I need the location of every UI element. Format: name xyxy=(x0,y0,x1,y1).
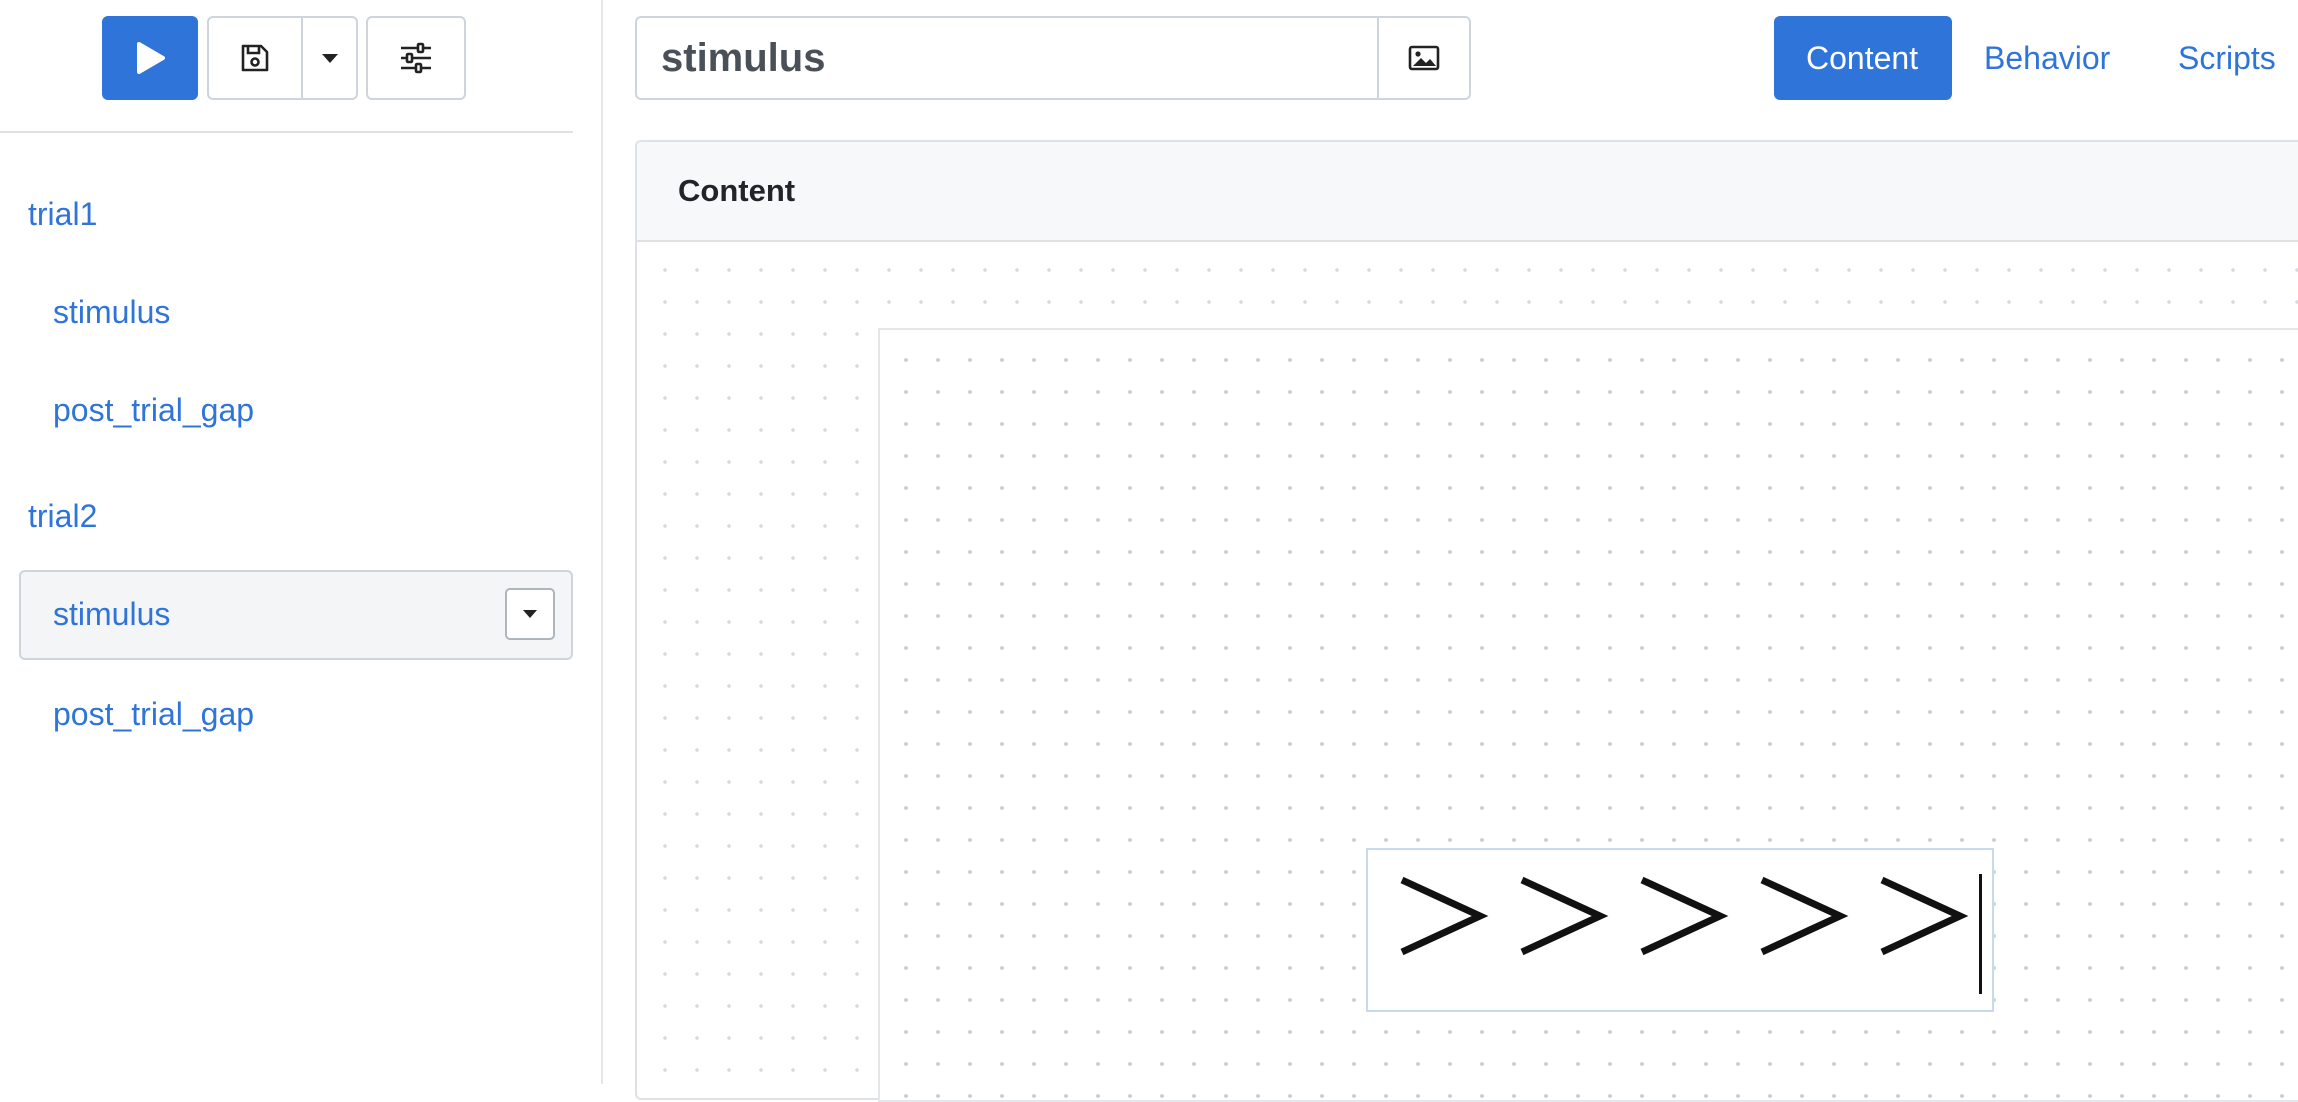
tab-scripts[interactable]: Scripts xyxy=(2146,16,2298,100)
component-name-input[interactable]: stimulus xyxy=(661,18,1421,98)
tree-node-trial2-stimulus[interactable]: stimulus xyxy=(53,596,170,633)
run-button[interactable] xyxy=(102,16,198,100)
image-icon xyxy=(1408,45,1440,71)
settings-button[interactable] xyxy=(366,16,466,100)
tree-row-menu-button[interactable] xyxy=(505,588,555,640)
stimulus-arrows xyxy=(1400,876,1969,956)
sidebar: trial1 stimulus post_trial_gap trial2 st… xyxy=(0,0,603,1084)
play-icon xyxy=(137,42,165,74)
save-button[interactable] xyxy=(207,16,303,100)
save-menu-button[interactable] xyxy=(301,16,358,100)
caret-down-icon xyxy=(523,610,537,618)
caret-down-icon xyxy=(321,54,338,63)
stimulus-text-box[interactable]: >>>>> xyxy=(1366,848,1994,1012)
sliders-icon xyxy=(401,42,431,74)
tree-node-trial2[interactable]: trial2 xyxy=(28,498,97,535)
text-cursor xyxy=(1979,874,1982,994)
tree-node-trial2-post-trial-gap[interactable]: post_trial_gap xyxy=(53,696,254,733)
image-button[interactable] xyxy=(1377,18,1469,98)
content-panel-title: Content xyxy=(637,142,2298,242)
tree-node-trial1-post-trial-gap[interactable]: post_trial_gap xyxy=(53,392,254,429)
toolbar xyxy=(0,0,573,133)
tree-node-trial1-stimulus[interactable]: stimulus xyxy=(53,294,170,331)
tree-node-trial1[interactable]: trial1 xyxy=(28,196,97,233)
component-name-group: stimulus xyxy=(635,16,1471,100)
tab-content[interactable]: Content xyxy=(1774,16,1952,100)
floppy-disk-icon xyxy=(241,44,269,72)
tab-behavior[interactable]: Behavior xyxy=(1952,16,2146,100)
